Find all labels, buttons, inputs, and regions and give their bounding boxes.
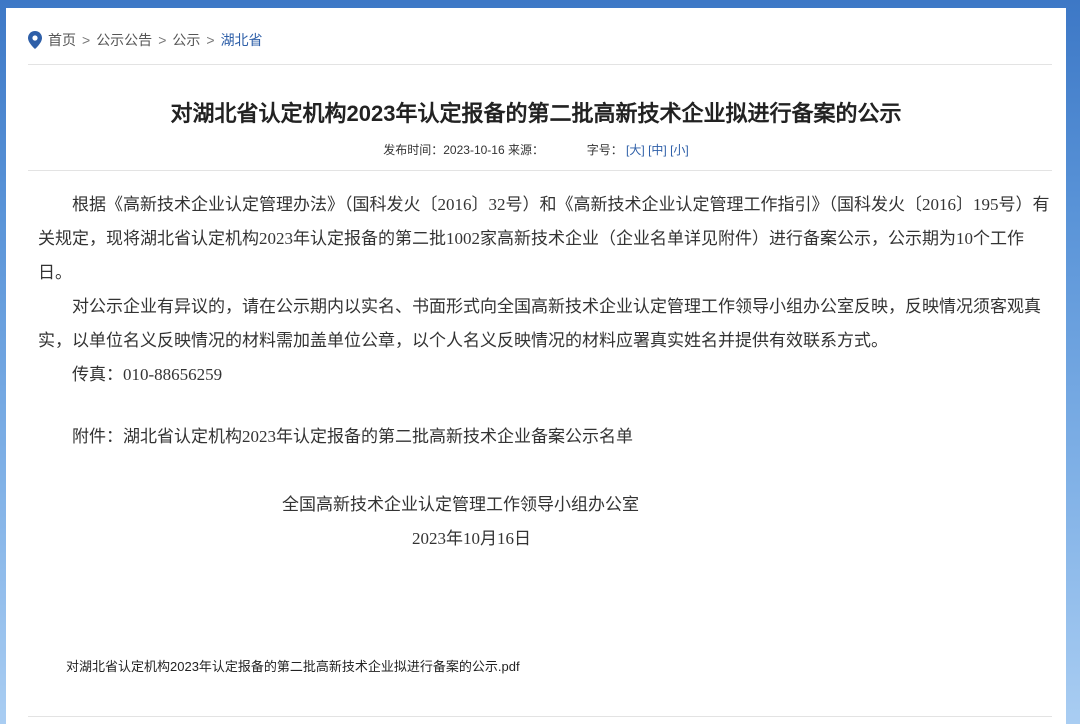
source-label: 来源：	[507, 143, 544, 157]
breadcrumb-announcements[interactable]: 公示公告	[96, 30, 152, 50]
paragraph: 根据《高新技术企业认定管理办法》（国科发火〔2016〕32号）和《高新技术企业认…	[38, 195, 1050, 282]
font-size-large-button[interactable]: [大]	[626, 143, 645, 157]
article-meta: 发布时间：2023-10-16 来源： 字号： [大] [中] [小]	[6, 141, 1066, 158]
bottom-divider	[28, 716, 1052, 717]
font-size-medium-button[interactable]: [中]	[648, 143, 667, 157]
signature: 全国高新技术企业认定管理工作领导小组办公室	[282, 495, 639, 514]
attachment-text: 附件：湖北省认定机构2023年认定报备的第二批高新技术企业备案公示名单	[72, 427, 633, 446]
publish-label: 发布时间：	[383, 143, 444, 157]
sign-date: 2023年10月16日	[412, 529, 531, 548]
breadcrumb-separator: >	[82, 32, 91, 48]
font-size-small-button[interactable]: [小]	[670, 143, 689, 157]
publish-date: 2023-10-16	[443, 143, 505, 157]
title-divider	[28, 170, 1052, 171]
breadcrumb-divider	[28, 64, 1052, 65]
paragraph: 对公示企业有异议的，请在公示期内以实名、书面形式向全国高新技术企业认定管理工作领…	[38, 297, 1041, 350]
content-panel: 首页 > 公示公告 > 公示 > 湖北省 对湖北省认定机构2023年认定报备的第…	[6, 8, 1066, 724]
breadcrumb-separator: >	[206, 32, 215, 48]
location-pin-icon	[28, 31, 42, 49]
font-size-label: 字号：	[586, 143, 623, 157]
breadcrumb-separator: >	[158, 32, 167, 48]
breadcrumb: 首页 > 公示公告 > 公示 > 湖北省	[28, 30, 263, 50]
attachment-pdf-link[interactable]: 对湖北省认定机构2023年认定报备的第二批高新技术企业拟进行备案的公示.pdf	[66, 656, 520, 675]
breadcrumb-publicity[interactable]: 公示	[172, 30, 200, 50]
breadcrumb-hubei[interactable]: 湖北省	[221, 30, 263, 50]
fax-paragraph: 传真：010-88656259	[72, 365, 223, 384]
breadcrumb-home[interactable]: 首页	[48, 30, 76, 50]
article-body: 根据《高新技术企业认定管理办法》（国科发火〔2016〕32号）和《高新技术企业认…	[38, 188, 1052, 556]
article-title: 对湖北省认定机构2023年认定报备的第二批高新技术企业拟进行备案的公示	[170, 101, 902, 126]
